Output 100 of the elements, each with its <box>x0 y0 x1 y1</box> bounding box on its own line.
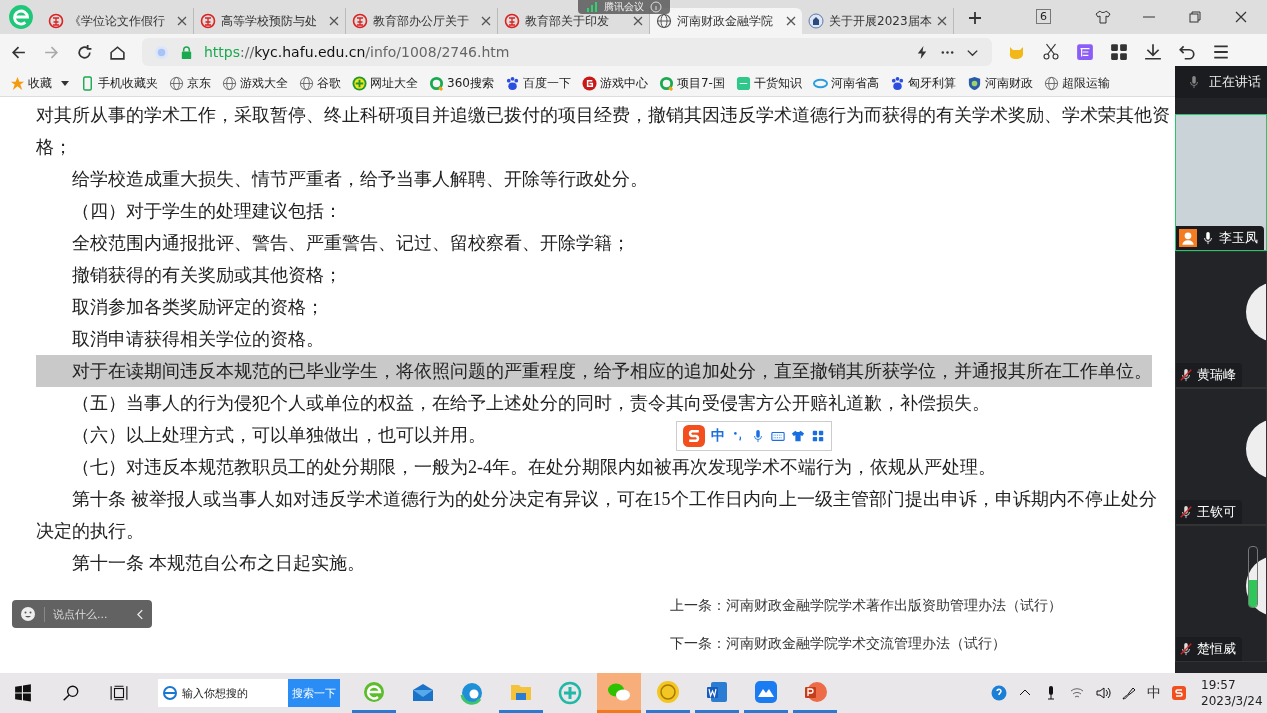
star-icon <box>10 75 25 91</box>
bookmark-label: 超限运输 <box>1061 74 1110 92</box>
article-paragraph: 对于在读期间违反本规范的已毕业学生，将依照问题的严重程度，给予相应的追加处分，直至撤销其所获学位，并通报其所在工作单位。 <box>36 355 1152 387</box>
bookmark-item[interactable]: 网址大全 <box>352 74 418 92</box>
participant-tile[interactable]: 黄瑞峰 <box>1175 251 1267 388</box>
close-icon[interactable] <box>786 16 796 26</box>
signal-icon <box>586 1 598 13</box>
mountain-logo-icon <box>754 679 778 704</box>
article-paragraph: 对其所从事的学术工作，采取暂停、终止科研项目并追缴已拨付的项目经费，撤销其因违反学术道德行为而获得的有关学术奖励、学术荣其他资格； <box>36 104 1171 159</box>
close-icon[interactable] <box>633 16 643 26</box>
input-method-indicator[interactable]: 中 <box>1147 684 1161 702</box>
ring-icon <box>658 75 674 91</box>
ime-toolbar[interactable]: 中 <box>676 421 832 451</box>
bookmark-item[interactable]: 河南省高 <box>812 74 879 92</box>
participant-name: 李玉凤 <box>1219 229 1258 247</box>
game-icon <box>581 75 597 91</box>
participant-tile[interactable]: 王钦可 <box>1175 388 1267 525</box>
download-icon[interactable] <box>1144 43 1162 61</box>
clock-date[interactable]: 2023/3/24 <box>1201 693 1267 709</box>
scissors-icon[interactable] <box>1042 43 1060 61</box>
globe-icon <box>299 75 314 91</box>
seal-icon <box>200 13 216 29</box>
search-field[interactable]: 输入你想搜的 <box>158 679 288 707</box>
restore-icon[interactable] <box>1187 9 1203 25</box>
bookmark-label: 游戏大全 <box>240 74 288 92</box>
search-placeholder: 输入你想搜的 <box>182 685 248 701</box>
bookmark-label: 项目7-国 <box>676 74 725 92</box>
bookmark-item[interactable]: 360搜索 <box>429 74 494 92</box>
input-mode[interactable]: 中 <box>711 427 725 445</box>
chevron-left-icon[interactable] <box>137 608 144 620</box>
shirt-icon[interactable] <box>791 429 805 443</box>
emoji-icon[interactable] <box>20 606 36 622</box>
bookmark-item[interactable]: 手机收藏夹 <box>80 74 158 92</box>
close-icon[interactable] <box>1233 9 1249 25</box>
windows-start-icon[interactable] <box>14 684 32 702</box>
tab-count[interactable]: 6 <box>1036 9 1051 24</box>
article-paragraph: 全校范围内通报批评、警告、严重警告、记过、留校察看、开除学籍； <box>71 232 630 255</box>
task-view-icon[interactable] <box>110 684 128 702</box>
participant-tile[interactable]: 李玉凤 <box>1175 114 1267 251</box>
previous-article-link[interactable]: 上一条：河南财政金融学院学术著作出版资助管理办法（试行） <box>670 597 1175 615</box>
plus-circle-icon <box>352 75 367 91</box>
bookmark-label: 百度一下 <box>522 74 571 92</box>
close-icon[interactable] <box>481 16 491 26</box>
tab-title: 教育部办公厅关于 <box>373 12 470 30</box>
close-icon[interactable] <box>937 16 947 26</box>
bookmark-item[interactable]: 游戏大全 <box>222 74 288 92</box>
bookmark-item[interactable]: 收藏 <box>10 74 69 92</box>
bookmark-item[interactable]: 项目7-国 <box>658 74 725 92</box>
bookmark-item[interactable]: 河南财政 <box>966 74 1033 92</box>
bookmark-label: 谷歌 <box>317 74 341 92</box>
globe-icon <box>169 75 184 91</box>
close-icon[interactable] <box>177 16 187 26</box>
meeting-toast[interactable]: 腾讯会议 <box>578 0 670 14</box>
search-icon[interactable] <box>62 684 80 702</box>
bookmark-label: 收藏 <box>28 74 52 92</box>
paw-icon <box>889 75 905 91</box>
apps-icon[interactable] <box>1110 43 1128 61</box>
help-icon[interactable] <box>991 685 1007 701</box>
bookmark-item[interactable]: 游戏中心 <box>581 74 648 92</box>
caret-icon[interactable] <box>61 79 69 87</box>
shirt-icon[interactable] <box>1095 9 1111 25</box>
badge-icon <box>808 13 824 29</box>
menu-icon[interactable] <box>1212 43 1230 61</box>
chat-bar[interactable]: 说点什么... <box>12 600 152 628</box>
bookmark-item[interactable]: 超限运输 <box>1043 74 1110 92</box>
bookmark-label: 河南财政 <box>984 74 1033 92</box>
seal-icon <box>504 13 520 29</box>
bookmark-label: 手机收藏夹 <box>98 74 158 92</box>
translate-icon[interactable] <box>1076 43 1094 61</box>
sogou-s-icon[interactable] <box>1171 685 1187 701</box>
speaker-icon[interactable] <box>1095 685 1111 701</box>
article-paragraph: （五）当事人的行为侵犯个人或单位的权益，在给予上述处分的同时，责令其向受侵害方公开赔礼道歉，补偿损失。 <box>71 392 990 415</box>
reload-icon[interactable] <box>76 43 93 61</box>
undo-icon[interactable] <box>1178 43 1196 61</box>
keyboard-icon[interactable] <box>771 429 785 443</box>
bookmark-item[interactable]: 百度一下 <box>504 74 571 92</box>
next-article-link[interactable]: 下一条：河南财政金融学院学术交流管理办法（试行） <box>670 635 1175 653</box>
address-field[interactable]: https://kyc.hafu.edu.cn/info/1008/2746.htm <box>142 38 992 66</box>
close-icon[interactable] <box>329 16 339 26</box>
bookmark-item[interactable]: 干货知识 <box>735 74 802 92</box>
article-paragraph: 取消申请获得相关学位的资格。 <box>71 328 324 351</box>
tab-title: 教育部关于印发 <box>525 12 610 30</box>
home-icon[interactable] <box>109 43 126 61</box>
article-paragraph: （六）以上处理方式，可以单独做出，也可以并用。 <box>71 424 486 447</box>
bookmark-item[interactable]: 京东 <box>169 74 211 92</box>
taskbar-app[interactable] <box>597 673 641 713</box>
sogou-s-icon[interactable] <box>683 425 705 447</box>
person-icon <box>1179 229 1197 247</box>
bookmark-item[interactable]: 匈牙利算 <box>889 74 956 92</box>
clock-time[interactable]: 19:57 <box>1201 677 1267 693</box>
radar-icon <box>154 44 169 60</box>
participant-tile[interactable]: 楚恒威 <box>1175 525 1267 662</box>
bookmark-item[interactable]: 谷歌 <box>299 74 341 92</box>
plus-circle-icon <box>558 681 582 705</box>
pen-icon[interactable] <box>1121 685 1137 701</box>
participant-name: 楚恒威 <box>1197 640 1236 658</box>
grid-icon[interactable] <box>811 429 825 443</box>
new-tab-icon[interactable] <box>968 11 982 25</box>
app-tile-icon <box>735 75 751 91</box>
browser-tab[interactable]: 河南财政金融学院 <box>650 8 802 34</box>
